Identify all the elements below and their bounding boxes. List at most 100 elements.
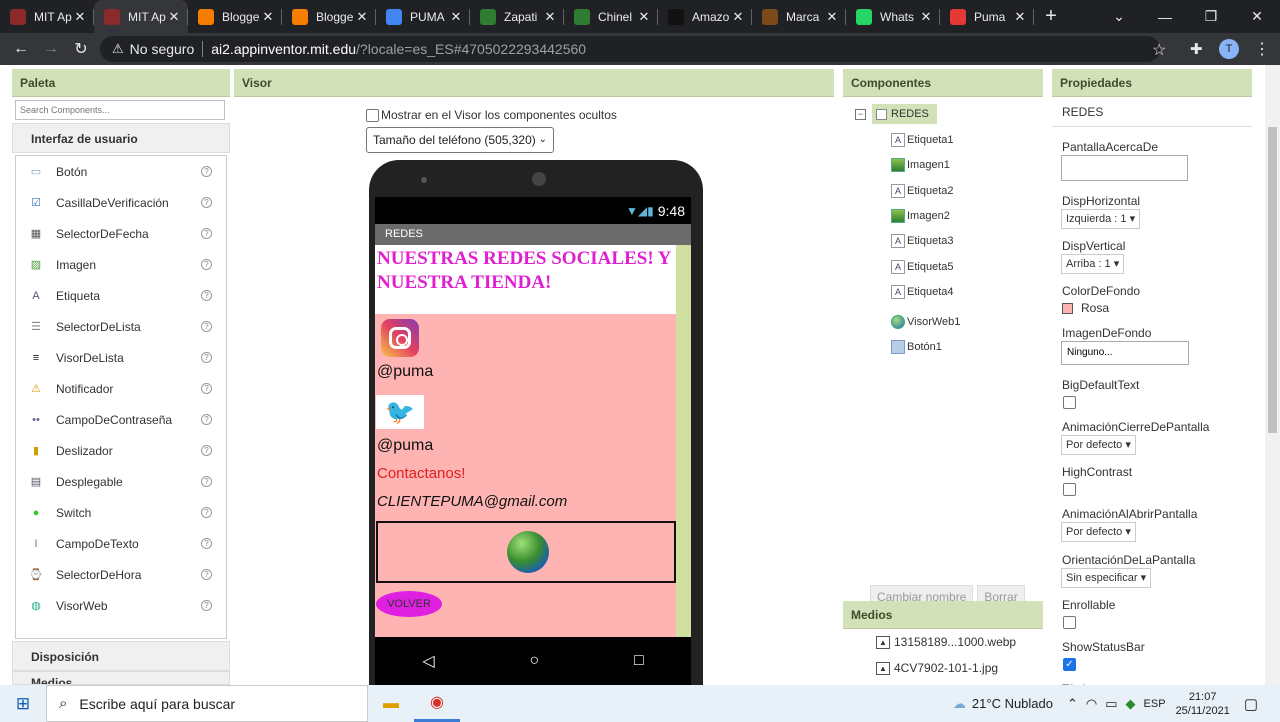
tree-node[interactable]: A Etiqueta2 bbox=[891, 183, 953, 198]
palette-item[interactable]: ⌚ SelectorDeHora? bbox=[16, 559, 226, 590]
open-anim-select[interactable]: Por defecto ▾ bbox=[1061, 522, 1136, 542]
language-indicator[interactable]: ESP bbox=[1144, 698, 1166, 710]
tree-node[interactable]: VisorWeb1 bbox=[891, 315, 960, 330]
help-icon[interactable]: ? bbox=[201, 600, 212, 611]
help-icon[interactable]: ? bbox=[201, 352, 212, 363]
minimize-icon[interactable]: — bbox=[1142, 0, 1188, 33]
security-icon[interactable]: ◆ bbox=[1126, 696, 1136, 712]
page-scrollbar[interactable] bbox=[1265, 65, 1280, 685]
instagram-icon[interactable] bbox=[381, 319, 419, 357]
browser-tab[interactable]: Puma ✕ bbox=[940, 0, 1034, 33]
help-icon[interactable]: ? bbox=[201, 445, 212, 456]
browser-tab[interactable]: Blogge ✕ bbox=[282, 0, 376, 33]
about-textarea[interactable] bbox=[1061, 155, 1188, 181]
help-icon[interactable]: ? bbox=[201, 414, 212, 425]
show-hidden-checkbox[interactable] bbox=[366, 108, 379, 122]
url-field[interactable]: ⚠ No seguro ai2.appinventor.mit.edu /?lo… bbox=[100, 36, 1160, 62]
chevron-up-icon[interactable]: ⌃ bbox=[1067, 696, 1078, 712]
bookmark-star-icon[interactable]: ☆ bbox=[1152, 40, 1166, 60]
contrast-checkbox[interactable] bbox=[1063, 483, 1076, 496]
help-icon[interactable]: ? bbox=[201, 321, 212, 332]
tab-search-icon[interactable]: ⌄ bbox=[1096, 0, 1142, 33]
close-tab-icon[interactable]: ✕ bbox=[824, 9, 840, 25]
tree-node[interactable]: A Etiqueta5 bbox=[891, 259, 953, 274]
palette-item[interactable]: ⚠ Notificador? bbox=[16, 373, 226, 404]
browser-tab[interactable]: Whats ✕ bbox=[846, 0, 940, 33]
tree-node[interactable]: A Etiqueta1 bbox=[891, 133, 953, 147]
help-icon[interactable]: ? bbox=[201, 476, 212, 487]
help-icon[interactable]: ? bbox=[201, 569, 212, 580]
close-tab-icon[interactable]: ✕ bbox=[354, 9, 370, 25]
weather-text[interactable]: 21°C Nublado bbox=[972, 696, 1053, 711]
close-window-icon[interactable]: ✕ bbox=[1234, 0, 1280, 33]
reload-icon[interactable]: ↻ bbox=[66, 39, 96, 59]
bigtext-checkbox[interactable] bbox=[1063, 396, 1076, 409]
browser-tab[interactable]: PUMA ✕ bbox=[376, 0, 470, 33]
taskbar-search-field[interactable]: ⌕ Escribe aquí para buscar bbox=[46, 685, 368, 722]
scrollbar-thumb[interactable] bbox=[1268, 127, 1277, 433]
palette-item[interactable]: ≡ VisorDeLista? bbox=[16, 342, 226, 373]
taskbar-clock[interactable]: 21:07 25/11/2021 bbox=[1176, 690, 1230, 718]
instagram-handle-label[interactable]: @puma bbox=[377, 363, 433, 381]
contact-label[interactable]: Contactanos! bbox=[377, 465, 465, 482]
help-icon[interactable]: ? bbox=[201, 166, 212, 177]
valign-select[interactable]: Arriba : 1 ▾ bbox=[1061, 254, 1125, 274]
windows-start-icon[interactable]: ⊞ bbox=[0, 694, 46, 714]
browser-tab[interactable]: Zapati ✕ bbox=[470, 0, 564, 33]
file-explorer-icon[interactable]: ▬ bbox=[368, 685, 414, 722]
tree-node[interactable]: A Etiqueta4 bbox=[891, 284, 953, 299]
browser-tab[interactable]: Blogge ✕ bbox=[188, 0, 282, 33]
tree-root[interactable]: − REDES bbox=[855, 104, 937, 124]
browser-tab[interactable]: Marca ✕ bbox=[752, 0, 846, 33]
palette-item[interactable]: •• CampoDeContraseña? bbox=[16, 404, 226, 435]
new-tab-icon[interactable]: + bbox=[1034, 0, 1068, 33]
palette-item[interactable]: ▤ Desplegable? bbox=[16, 466, 226, 497]
tree-node[interactable]: A Etiqueta3 bbox=[891, 234, 953, 249]
close-tab-icon[interactable]: ✕ bbox=[1012, 9, 1028, 25]
bgimage-field[interactable]: Ninguno... bbox=[1061, 341, 1189, 365]
close-tab-icon[interactable]: ✕ bbox=[636, 9, 652, 25]
palette-item[interactable]: ▦ SelectorDeFecha? bbox=[16, 218, 226, 249]
browser-tab[interactable]: MIT Ap ✕ bbox=[94, 0, 188, 33]
help-icon[interactable]: ? bbox=[201, 507, 212, 518]
halign-select[interactable]: Izquierda : 1 ▾ bbox=[1061, 209, 1141, 229]
scrollable-checkbox[interactable] bbox=[1063, 616, 1076, 629]
close-tab-icon[interactable]: ✕ bbox=[166, 9, 182, 25]
category-layout[interactable]: Disposición bbox=[12, 641, 230, 671]
maximize-icon[interactable]: ❐ bbox=[1188, 0, 1234, 33]
category-media[interactable]: Medios bbox=[12, 671, 230, 685]
heading-label[interactable]: NUESTRAS REDES SOCIALES! Y NUESTRA TIEND… bbox=[375, 245, 676, 314]
forward-icon[interactable]: → bbox=[36, 40, 66, 58]
help-icon[interactable]: ? bbox=[201, 383, 212, 394]
browser-tab[interactable]: Chinel ✕ bbox=[564, 0, 658, 33]
close-tab-icon[interactable]: ✕ bbox=[730, 9, 746, 25]
close-anim-select[interactable]: Por defecto ▾ bbox=[1061, 435, 1136, 455]
media-item[interactable]: ▲ 4CV7902-101-1.jpg bbox=[843, 655, 1043, 681]
browser-tab[interactable]: MIT Ap ✕ bbox=[0, 0, 94, 33]
statusbar-checkbox[interactable]: ✓ bbox=[1063, 658, 1076, 671]
close-tab-icon[interactable]: ✕ bbox=[260, 9, 276, 25]
palette-item[interactable]: I CampoDeTexto? bbox=[16, 528, 226, 559]
email-label[interactable]: CLIENTEPUMA@gmail.com bbox=[377, 493, 567, 510]
tree-node[interactable]: Imagen1 bbox=[891, 158, 950, 173]
back-icon[interactable]: ← bbox=[6, 40, 36, 58]
phone-size-select[interactable]: Tamaño del teléfono (505,320) ⌄ bbox=[366, 127, 554, 153]
media-item[interactable]: ▲ 13158189...1000.webp bbox=[843, 629, 1043, 655]
battery-icon[interactable]: ▭ bbox=[1105, 696, 1117, 712]
tree-node[interactable]: Imagen2 bbox=[891, 208, 950, 223]
help-icon[interactable]: ? bbox=[201, 290, 212, 301]
search-components-input[interactable] bbox=[15, 100, 225, 120]
network-icon[interactable]: ◠ bbox=[1086, 696, 1097, 712]
palette-item[interactable]: ▮ Deslizador? bbox=[16, 435, 226, 466]
orientation-select[interactable]: Sin especificar ▾ bbox=[1061, 568, 1152, 588]
close-tab-icon[interactable]: ✕ bbox=[542, 9, 558, 25]
bgcolor-value[interactable]: Rosa bbox=[1062, 301, 1109, 315]
palette-item[interactable]: ◍ VisorWeb? bbox=[16, 590, 226, 621]
browser-tab[interactable]: Amazo ✕ bbox=[658, 0, 752, 33]
twitter-handle-label[interactable]: @puma bbox=[377, 437, 433, 455]
palette-item[interactable]: ● Switch? bbox=[16, 497, 226, 528]
palette-item[interactable]: ☑ CasillaDeVerificación? bbox=[16, 187, 226, 218]
profile-avatar[interactable]: T bbox=[1219, 39, 1239, 59]
close-tab-icon[interactable]: ✕ bbox=[72, 9, 88, 25]
help-icon[interactable]: ? bbox=[201, 259, 212, 270]
